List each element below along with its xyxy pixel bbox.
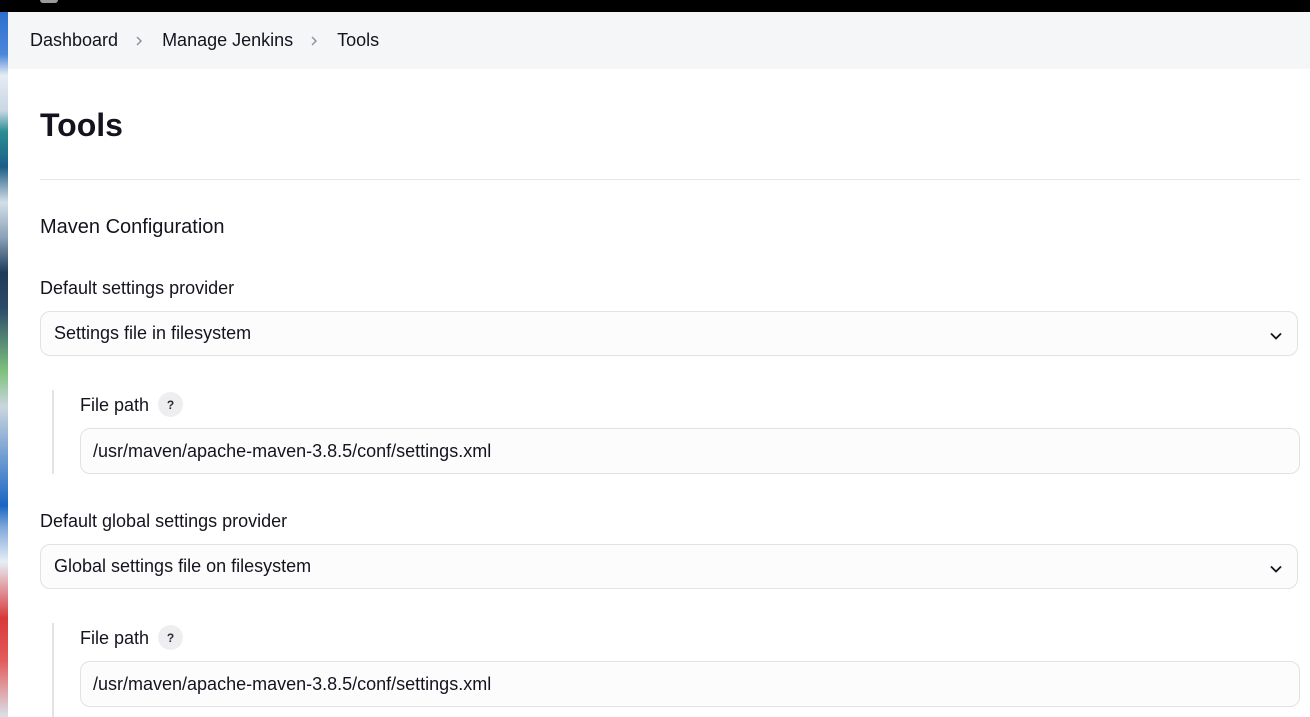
breadcrumb: Dashboard Manage Jenkins Tools xyxy=(8,12,1310,69)
chevron-right-icon xyxy=(309,36,319,46)
file-path-input[interactable] xyxy=(80,428,1300,474)
chevron-down-icon xyxy=(1269,327,1283,341)
default-settings-provider-label: Default settings provider xyxy=(40,278,235,298)
breadcrumb-dashboard[interactable]: Dashboard xyxy=(30,30,118,51)
title-divider xyxy=(40,179,1300,180)
default-global-settings-provider-label: Default global settings provider xyxy=(40,511,288,531)
top-header-bar xyxy=(0,0,1310,12)
breadcrumb-tools[interactable]: Tools xyxy=(337,30,379,51)
nested-options-bar xyxy=(52,623,54,717)
breadcrumb-manage-jenkins[interactable]: Manage Jenkins xyxy=(162,30,293,51)
default-global-settings-provider-selected: Global settings file on filesystem xyxy=(54,556,312,576)
default-settings-provider-selected: Settings file in filesystem xyxy=(54,323,252,343)
chevron-down-icon xyxy=(1269,560,1283,574)
default-settings-provider-select[interactable]: Settings file in filesystem xyxy=(40,311,1298,356)
help-icon[interactable]: ? xyxy=(158,392,184,417)
default-global-settings-provider-select[interactable]: Global settings file on filesystem xyxy=(40,544,1298,589)
file-path-label-text: File path xyxy=(80,394,150,415)
page-title: Tools xyxy=(40,107,123,143)
file-path-label: File path ? xyxy=(80,392,184,417)
global-file-path-input[interactable] xyxy=(80,661,1300,707)
help-icon[interactable]: ? xyxy=(158,625,184,650)
nested-options-bar xyxy=(52,390,54,474)
background-desktop-strip xyxy=(0,12,8,717)
section-title-maven-configuration: Maven Configuration xyxy=(40,216,225,238)
global-file-path-label-text: File path xyxy=(80,627,150,648)
global-file-path-label: File path ? xyxy=(80,625,184,650)
chevron-right-icon xyxy=(134,36,144,46)
jenkins-logo[interactable] xyxy=(40,0,58,3)
